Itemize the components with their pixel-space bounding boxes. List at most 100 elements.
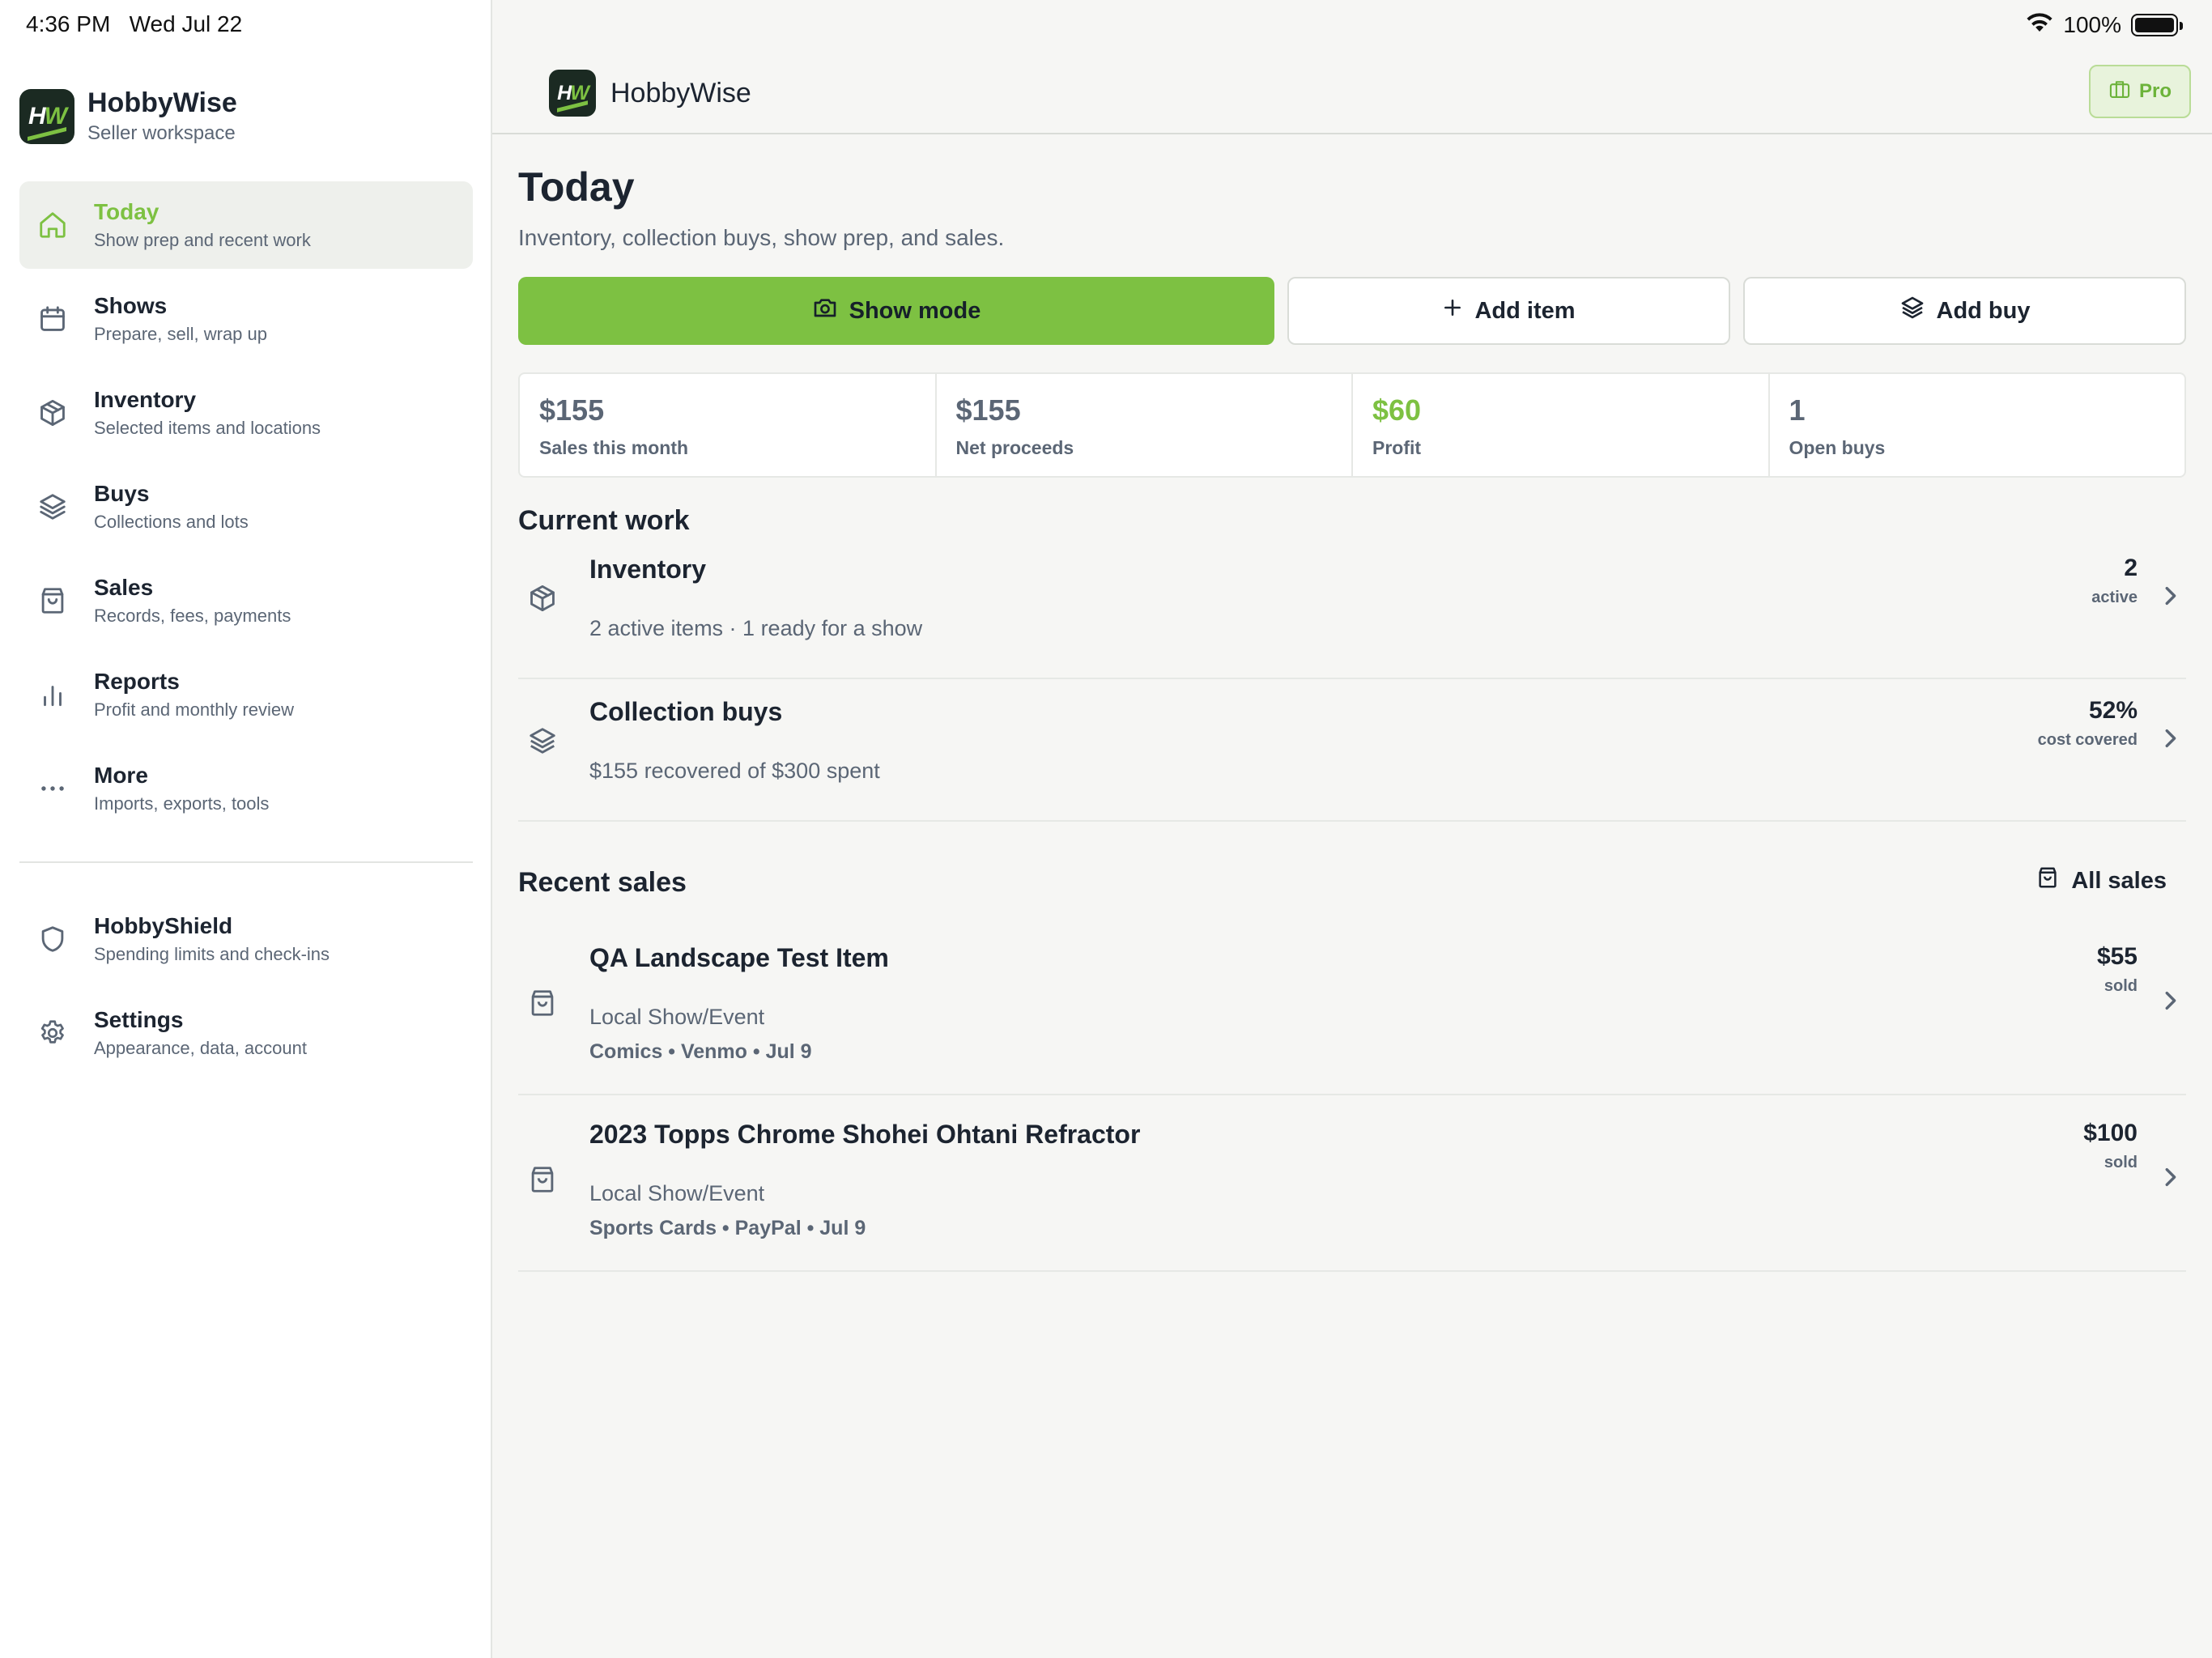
sidebar-item-label: Sales — [94, 575, 154, 600]
row-caption: active — [2091, 589, 2138, 606]
sidebar-nav: Today Show prep and recent work Shows Pr… — [19, 181, 473, 1083]
stat-value: $155 — [955, 393, 1021, 427]
row-subtitle: $155 recovered of $300 spent — [589, 759, 880, 783]
bag-icon — [526, 1163, 559, 1196]
all-sales-button[interactable]: All sales — [2035, 865, 2167, 896]
chevron-right-icon — [2160, 584, 2180, 608]
row-title: QA Landscape Test Item — [589, 943, 889, 972]
show-mode-label: Show mode — [849, 297, 981, 324]
sidebar-item-subtitle: Records, fees, payments — [94, 606, 291, 626]
recent-sales-header: Recent sales All sales — [518, 854, 2186, 919]
current-work-row-inventory[interactable]: Inventory 2 active items · 1 ready for a… — [518, 537, 2186, 679]
stat-value: $155 — [539, 393, 605, 427]
all-sales-label: All sales — [2071, 867, 2167, 894]
brand-title: HobbyWise — [87, 87, 237, 118]
chevron-right-icon — [2160, 726, 2180, 750]
calendar-icon — [36, 302, 70, 336]
sale-amount: $100 — [2083, 1120, 2138, 1146]
stat-value: 1 — [1789, 393, 1806, 427]
sidebar-item-settings[interactable]: Settings Appearance, data, account — [19, 989, 473, 1077]
battery-percent: 100% — [2063, 11, 2121, 37]
app-logo-icon: HW — [549, 70, 596, 117]
more-icon — [36, 772, 70, 806]
gear-icon — [36, 1016, 70, 1050]
sidebar-item-label: Settings — [94, 1007, 184, 1032]
row-caption: cost covered — [2037, 731, 2138, 749]
sidebar-item-reports[interactable]: Reports Profit and monthly review — [19, 651, 473, 738]
row-title: Collection buys — [589, 697, 783, 726]
shield-icon — [36, 922, 70, 956]
status-indicators: 100% — [2026, 11, 2183, 38]
pro-button[interactable]: Pro — [2089, 65, 2191, 118]
sidebar-item-today[interactable]: Today Show prep and recent work — [19, 181, 473, 269]
sale-channel: Local Show/Event — [589, 1005, 765, 1029]
row-value: 2 — [2124, 555, 2138, 581]
status-clock: 4:36 PM — [26, 11, 111, 36]
main-content: Today Inventory, collection buys, show p… — [518, 134, 2186, 1272]
current-work-row-collection-buys[interactable]: Collection buys $155 recovered of $300 s… — [518, 679, 2186, 822]
add-buy-button[interactable]: Add buy — [1743, 277, 2186, 345]
bar-chart-icon — [36, 678, 70, 712]
box-icon — [526, 582, 559, 614]
row-title: 2023 Topps Chrome Shohei Ohtani Refracto… — [589, 1120, 1141, 1149]
sale-meta: Sports Cards • PayPal • Jul 9 — [589, 1217, 866, 1239]
sidebar-item-subtitle: Spending limits and check-ins — [94, 944, 330, 964]
bag-icon — [526, 987, 559, 1019]
stat-value: $60 — [1372, 393, 1422, 427]
briefcase-icon — [2108, 79, 2131, 105]
home-icon — [36, 208, 70, 242]
sidebar-brand[interactable]: HW HobbyWise Seller workspace — [19, 87, 237, 145]
plus-icon — [1442, 297, 1463, 325]
sidebar-item-buys[interactable]: Buys Collections and lots — [19, 463, 473, 551]
action-bar: Show mode Add item Add buy — [518, 277, 2186, 345]
app-logo-icon: HW — [19, 88, 74, 144]
add-item-label: Add item — [1474, 297, 1576, 324]
wifi-icon — [2026, 11, 2053, 38]
sidebar-item-inventory[interactable]: Inventory Selected items and locations — [19, 369, 473, 457]
sidebar-item-subtitle: Profit and monthly review — [94, 699, 294, 720]
sale-meta: Comics • Venmo • Jul 9 — [589, 1040, 812, 1063]
sidebar-item-label: Shows — [94, 293, 168, 318]
chevron-right-icon — [2160, 988, 2180, 1013]
pro-label: Pro — [2138, 80, 2172, 102]
row-value: 52% — [2088, 697, 2138, 724]
current-work-heading: Current work — [518, 505, 690, 536]
chevron-right-icon — [2160, 1165, 2180, 1189]
top-brand[interactable]: HW HobbyWise — [549, 70, 751, 117]
sidebar-item-subtitle: Show prep and recent work — [94, 230, 311, 250]
sidebar-item-shows[interactable]: Shows Prepare, sell, wrap up — [19, 275, 473, 363]
sidebar-divider — [19, 861, 473, 863]
sidebar-item-label: HobbyShield — [94, 913, 233, 938]
layers-icon — [526, 725, 559, 757]
stat-label: Sales this month — [539, 437, 689, 458]
sidebar-item-subtitle: Collections and lots — [94, 512, 249, 532]
brand-subtitle: Seller workspace — [87, 122, 236, 144]
sidebar-item-label: Inventory — [94, 387, 197, 412]
sidebar-item-more[interactable]: More Imports, exports, tools — [19, 745, 473, 832]
add-item-button[interactable]: Add item — [1287, 277, 1730, 345]
sidebar-item-subtitle: Prepare, sell, wrap up — [94, 324, 267, 344]
layers-icon — [1899, 295, 1925, 327]
sidebar-item-subtitle: Selected items and locations — [94, 418, 321, 438]
layers-icon — [36, 490, 70, 524]
sale-amount: $55 — [2096, 943, 2138, 970]
top-bar: HW HobbyWise Pro — [492, 50, 2212, 134]
sidebar-item-sales[interactable]: Sales Records, fees, payments — [19, 557, 473, 644]
sidebar-item-label: More — [94, 763, 148, 788]
stat-sales-this-month: $155 Sales this month — [520, 374, 937, 476]
sidebar: 4:36 PM Wed Jul 22 HW HobbyWise Seller w… — [0, 0, 492, 1658]
status-date: Wed Jul 22 — [129, 11, 243, 36]
stat-label: Open buys — [1789, 437, 1886, 458]
stat-label: Net proceeds — [955, 437, 1074, 458]
sidebar-item-hobbyshield[interactable]: HobbyShield Spending limits and check-in… — [19, 895, 473, 983]
sale-row[interactable]: 2023 Topps Chrome Shohei Ohtani Refracto… — [518, 1095, 2186, 1272]
show-mode-button[interactable]: Show mode — [518, 277, 1274, 345]
app-root: 4:36 PM Wed Jul 22 HW HobbyWise Seller w… — [0, 0, 2212, 1658]
sale-row[interactable]: QA Landscape Test Item Local Show/Event … — [518, 919, 2186, 1095]
top-bar-title: HobbyWise — [610, 77, 751, 108]
page-subtitle: Inventory, collection buys, show prep, a… — [518, 225, 1005, 250]
stat-open-buys: 1 Open buys — [1770, 374, 2185, 476]
camera-icon — [812, 295, 838, 326]
status-time: 4:36 PM Wed Jul 22 — [26, 11, 242, 37]
box-icon — [36, 396, 70, 430]
